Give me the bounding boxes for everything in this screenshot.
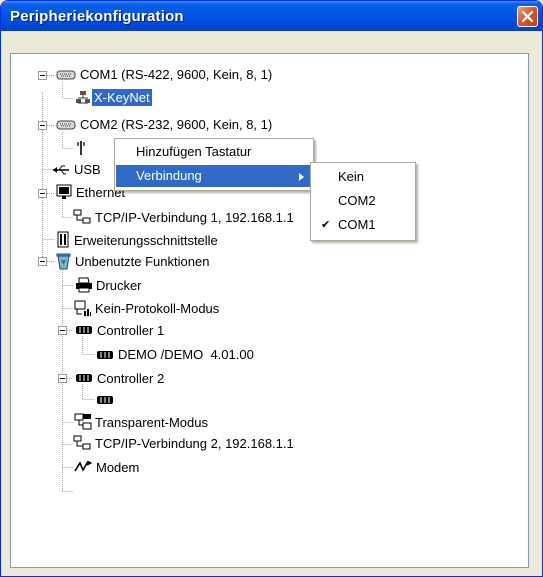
tree-label-modem: Modem [96,460,140,475]
context-menu: Hinzufügen Tastatur Verbindung [114,138,314,191]
close-button[interactable] [517,6,538,27]
collapse-toggle[interactable] [38,189,47,198]
tree-label-usb: USB [74,162,101,177]
submenu-item-none[interactable]: Kein [312,166,414,188]
tree-label-controller1: Controller 1 [97,323,165,338]
tree-label-xkeynet: X-KeyNet [92,89,152,106]
dialog-client-area: COM1 (RS-422, 9600, Kein, 8, 1) X-KeyNet [4,31,539,575]
checkmark-icon: ✔ [321,219,331,231]
tree-label-printer: Drucker [96,278,142,293]
collapse-toggle[interactable] [58,374,67,383]
tree-label-transparent: Transparent-Modus [95,415,208,430]
tree-item-controller1[interactable]: Controller 1 [11,321,211,341]
tree-item-controller2-device[interactable] [11,390,121,410]
collapse-toggle[interactable] [58,326,67,335]
device-icon [74,300,91,316]
usb-icon [53,165,69,175]
collapse-toggle[interactable] [38,71,47,80]
transparent-mode-icon [74,413,92,430]
cable-icon [77,141,85,155]
tree-item-com2-device[interactable] [11,138,85,158]
submenu-item-com1[interactable]: ✔ COM1 [312,214,414,236]
printer-icon [76,277,92,293]
tree-item-modem[interactable]: Modem [11,457,171,477]
modem-icon [74,461,92,472]
expansion-port-icon [57,231,69,248]
controller-icon [76,374,92,382]
tree-item-transparent[interactable]: Transparent-Modus [11,412,251,432]
tree-label-demo: DEMO /DEMO 4.01.00 [118,347,254,362]
monitor-icon [56,184,72,199]
menu-item-label: Verbindung [136,168,202,183]
tcpip-icon [73,435,91,450]
controller-icon [76,326,92,334]
tree-item-demo[interactable]: DEMO /DEMO 4.01.00 [11,345,291,365]
tree-item-unused[interactable]: Unbenutzte Funktionen [11,252,291,272]
tree-item-expansion[interactable]: Erweiterungsschnittstelle [11,230,291,250]
collapse-toggle[interactable] [38,121,47,130]
submenu-item-label: Kein [338,169,365,184]
tree-item-com2[interactable]: COM2 (RS-232, 9600, Kein, 8, 1) [11,115,351,135]
submenu-item-label: COM2 [338,193,376,208]
tree-label-com2: COM2 (RS-232, 9600, Kein, 8, 1) [80,117,273,132]
tree-item-printer[interactable]: Drucker [11,276,171,296]
window-title: Peripheriekonfiguration [10,8,184,25]
serial-port-icon [56,120,76,130]
menu-item-add-keyboard[interactable]: Hinzufügen Tastatur [116,141,312,163]
tree-label-expansion: Erweiterungsschnittstelle [74,233,218,248]
connection-submenu: Kein COM2 ✔ COM1 [310,162,416,241]
submenu-arrow-icon [299,173,304,181]
tree-item-tcp1[interactable]: TCP/IP-Verbindung 1, 192.168.1.1 [11,207,341,227]
submenu-item-label: COM1 [338,217,376,232]
tree-item-usb[interactable]: USB [11,160,131,180]
tree-label-noprotocol: Kein-Protokoll-Modus [95,301,220,316]
menu-item-connection[interactable]: Verbindung [116,165,312,187]
tree-label-tcp2: TCP/IP-Verbindung 2, 192.168.1.1 [95,436,294,451]
peripheral-tree[interactable]: COM1 (RS-422, 9600, Kein, 8, 1) X-KeyNet [10,53,529,568]
dialog-window: Peripheriekonfiguration COM1 (RS-422, 96… [0,0,543,577]
network-icon [76,91,90,104]
tree-item-noprotocol[interactable]: Kein-Protokoll-Modus [11,298,251,318]
tree-item-tcp2[interactable]: TCP/IP-Verbindung 2, 192.168.1.1 [11,434,341,454]
recycle-bin-icon [56,253,71,270]
tree-label-com1: COM1 (RS-422, 9600, Kein, 8, 1) [80,67,273,82]
tree-label-controller2: Controller 2 [97,371,165,386]
title-bar[interactable]: Peripheriekonfiguration [1,1,542,31]
tree-item-xkeynet[interactable]: X-KeyNet [11,88,211,108]
tree-label-tcp1: TCP/IP-Verbindung 1, 192.168.1.1 [95,210,294,225]
collapse-toggle[interactable] [38,257,47,266]
submenu-item-com2[interactable]: COM2 [312,190,414,212]
menu-item-label: Hinzufügen Tastatur [136,144,252,159]
controller-icon [97,351,113,359]
tcpip-icon [73,209,91,224]
controller-icon [97,396,113,404]
tree-label-unused: Unbenutzte Funktionen [75,254,210,269]
serial-port-icon [56,70,76,80]
close-icon [522,11,533,22]
tree-item-controller2[interactable]: Controller 2 [11,369,211,389]
tree-item-com1[interactable]: COM1 (RS-422, 9600, Kein, 8, 1) [11,65,351,85]
